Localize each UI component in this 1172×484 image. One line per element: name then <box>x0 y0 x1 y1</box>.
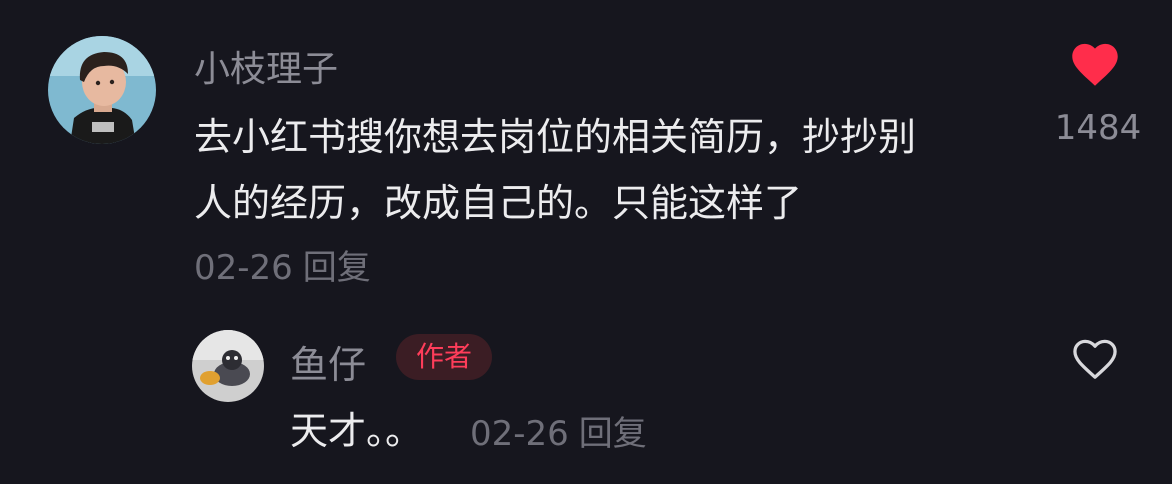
reply-like-button[interactable] <box>1064 334 1126 386</box>
like-count: 1484 <box>1054 108 1142 148</box>
reply-username[interactable]: 鱼仔 <box>290 334 366 389</box>
avatar-image <box>192 330 264 402</box>
author-badge: 作者 <box>396 334 493 380</box>
reply-date: 02-26 <box>470 414 569 454</box>
reply-button[interactable]: 回复 <box>579 414 647 454</box>
reply-text: 天才。。 <box>290 409 424 453</box>
reply-button[interactable]: 回复 <box>303 248 371 288</box>
reply-avatar[interactable] <box>192 330 264 402</box>
heart-filled-icon <box>1072 43 1118 86</box>
reply-meta: 02-26 回复 <box>470 406 647 455</box>
comment-text: 去小红书搜你想去岗位的相关简历，抄抄别 人的经历，改成自己的。只能这样了 <box>194 115 917 225</box>
avatar-image <box>48 36 156 144</box>
avatar[interactable] <box>48 36 156 144</box>
comment-meta: 02-26 回复 <box>194 240 371 289</box>
heart-outline-icon <box>1073 339 1117 379</box>
comment-username[interactable]: 小枝理子 <box>194 40 338 92</box>
like-button[interactable] <box>1060 38 1130 92</box>
comment-date: 02-26 <box>194 248 293 288</box>
